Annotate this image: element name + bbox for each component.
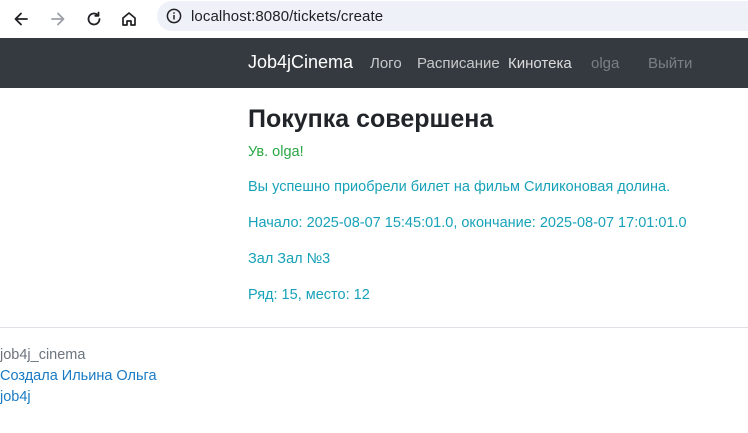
greeting-text: Ув. olga! — [248, 144, 304, 160]
nav-link-film-library[interactable]: Кинотека — [508, 55, 572, 72]
nav-link-logo[interactable]: Лого — [370, 55, 402, 72]
purchase-message: Вы успешно приобрели билет на фильм Сили… — [248, 179, 671, 195]
nav-user-name: olga — [591, 55, 620, 72]
url-text: localhost:8080/tickets/create — [191, 7, 384, 25]
nav-link-logout[interactable]: Выйти — [648, 55, 692, 72]
footer-divider — [0, 327, 748, 328]
purchase-confirmation: Покупка совершена Ув. olga! Вы успешно п… — [248, 104, 728, 303]
arrow-left-icon — [14, 12, 28, 26]
footer-school-link[interactable]: job4j — [0, 387, 157, 408]
brand-link[interactable]: Job4jCinema — [248, 52, 353, 73]
reload-button[interactable] — [80, 5, 108, 33]
hall-info: Зал Зал №3 — [248, 251, 331, 267]
reload-icon — [87, 11, 101, 26]
session-time: Начало: 2025-08-07 15:45:01.0, окончание… — [248, 215, 687, 231]
browser-toolbar: localhost:8080/tickets/create — [0, 0, 748, 38]
site-info-icon[interactable] — [165, 7, 183, 25]
site-navbar: Job4jCinema Лого Расписание Кинотека olg… — [0, 38, 748, 88]
page-title: Покупка совершена — [248, 105, 494, 133]
nav-link-schedule[interactable]: Расписание — [417, 55, 500, 72]
forward-button[interactable] — [44, 5, 72, 33]
arrow-right-icon — [51, 12, 65, 26]
footer-project-name: job4j_cinema — [0, 347, 86, 363]
footer-author-link[interactable]: Создала Ильина Ольга — [0, 366, 157, 387]
address-bar[interactable]: localhost:8080/tickets/create — [157, 1, 748, 31]
seat-info: Ряд: 15, место: 12 — [248, 287, 370, 303]
home-button[interactable] — [115, 5, 143, 33]
page-footer: job4j_cinema Создала Ильина Ольга job4j — [0, 345, 157, 408]
back-button[interactable] — [7, 5, 35, 33]
home-icon — [122, 12, 136, 26]
